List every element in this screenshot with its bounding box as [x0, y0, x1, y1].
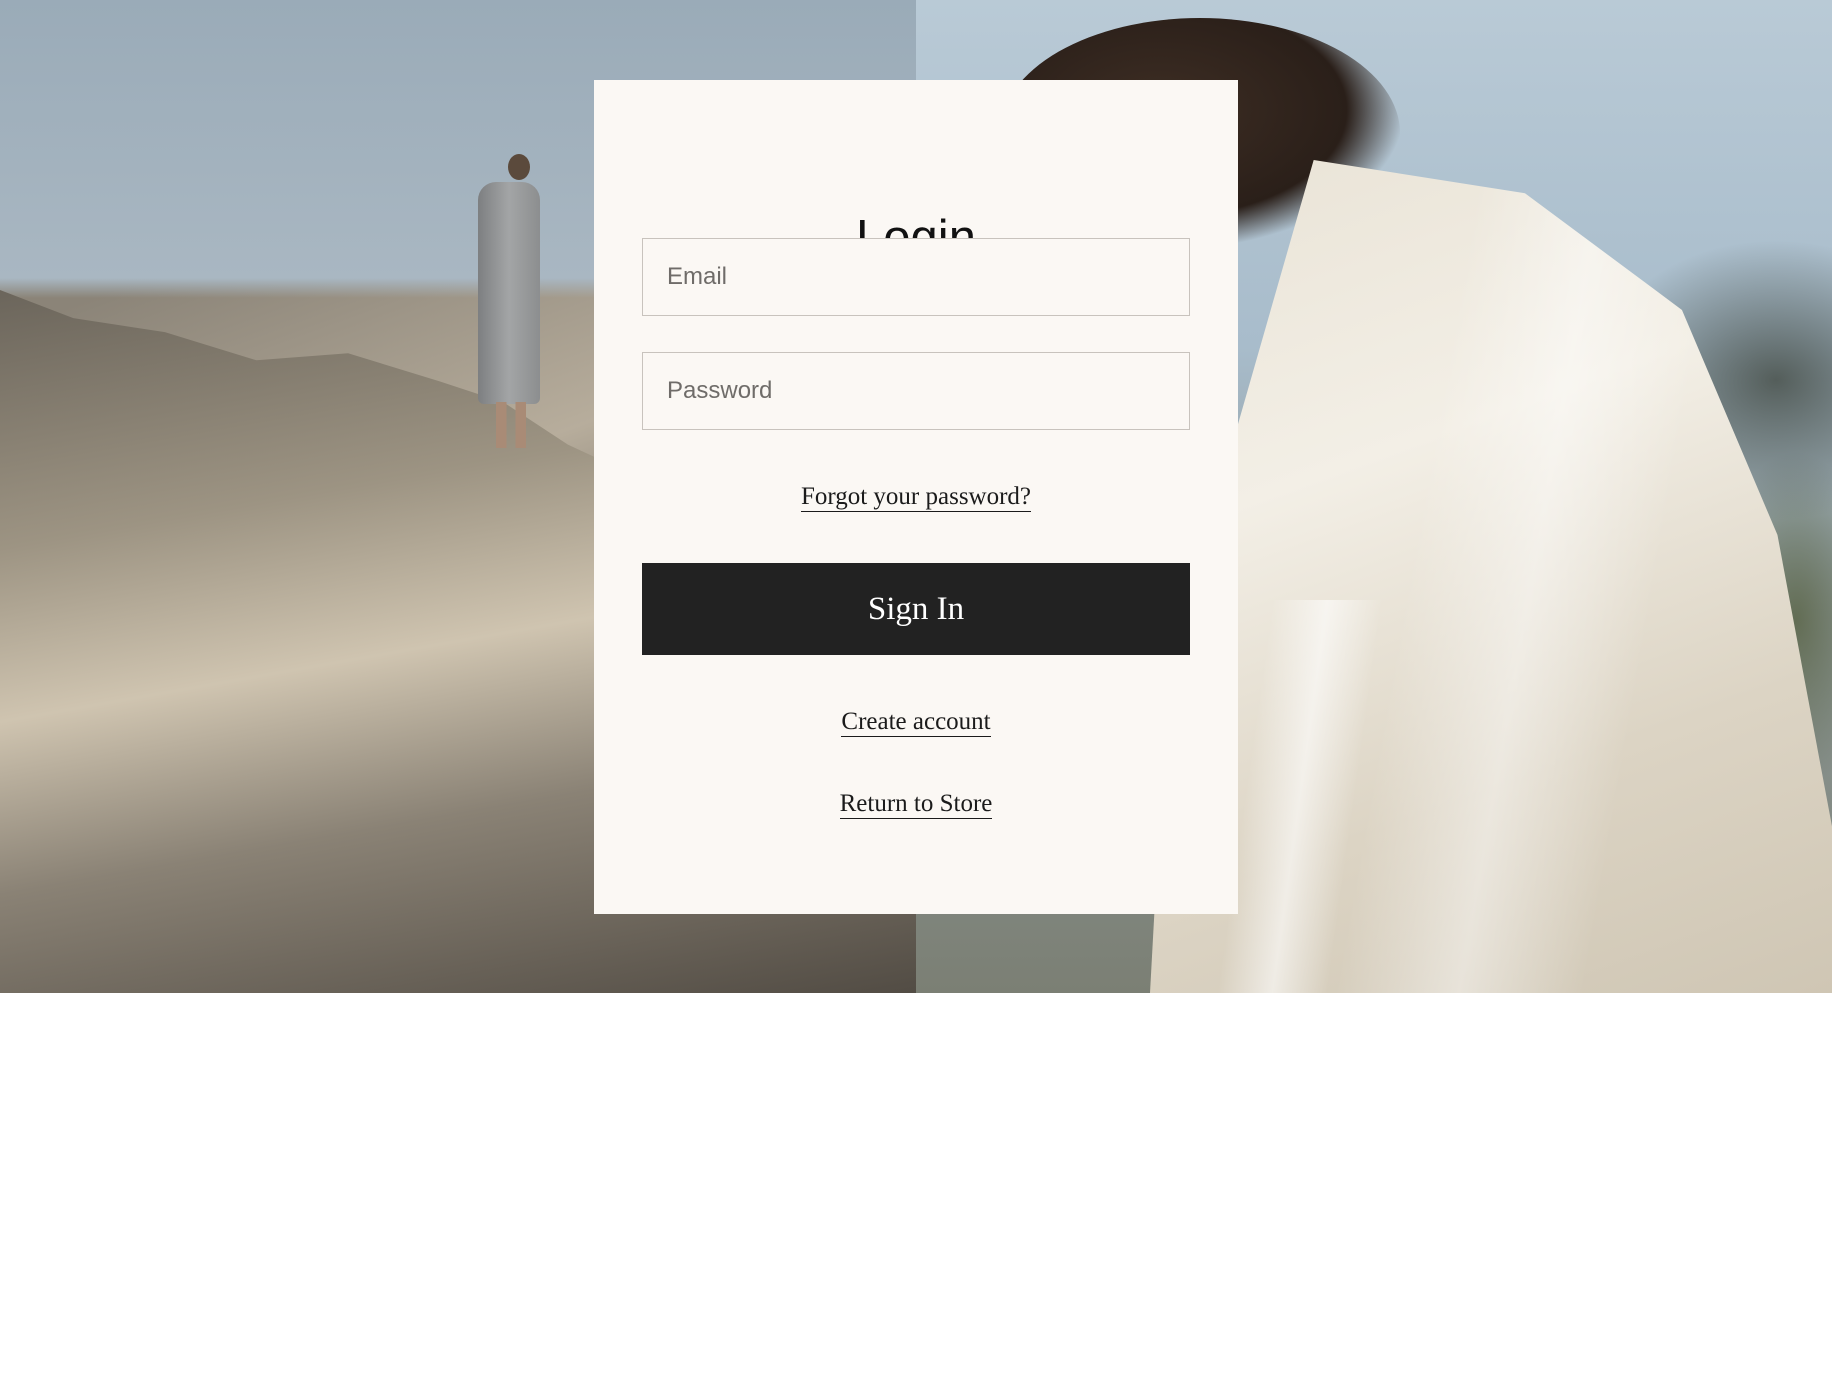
- sign-in-button[interactable]: Sign In: [642, 563, 1190, 655]
- email-field[interactable]: [642, 238, 1190, 316]
- login-card: Login Forgot your password? Sign In Crea…: [594, 80, 1238, 914]
- return-to-store-row: Return to Store: [594, 789, 1238, 819]
- return-to-store-link[interactable]: Return to Store: [839, 790, 993, 819]
- create-account-row: Create account: [594, 707, 1238, 737]
- model-figure-left: [478, 150, 542, 450]
- forgot-password-row: Forgot your password?: [594, 482, 1238, 512]
- create-account-link[interactable]: Create account: [841, 708, 991, 737]
- forgot-password-link[interactable]: Forgot your password?: [800, 483, 1032, 512]
- password-field[interactable]: [642, 352, 1190, 430]
